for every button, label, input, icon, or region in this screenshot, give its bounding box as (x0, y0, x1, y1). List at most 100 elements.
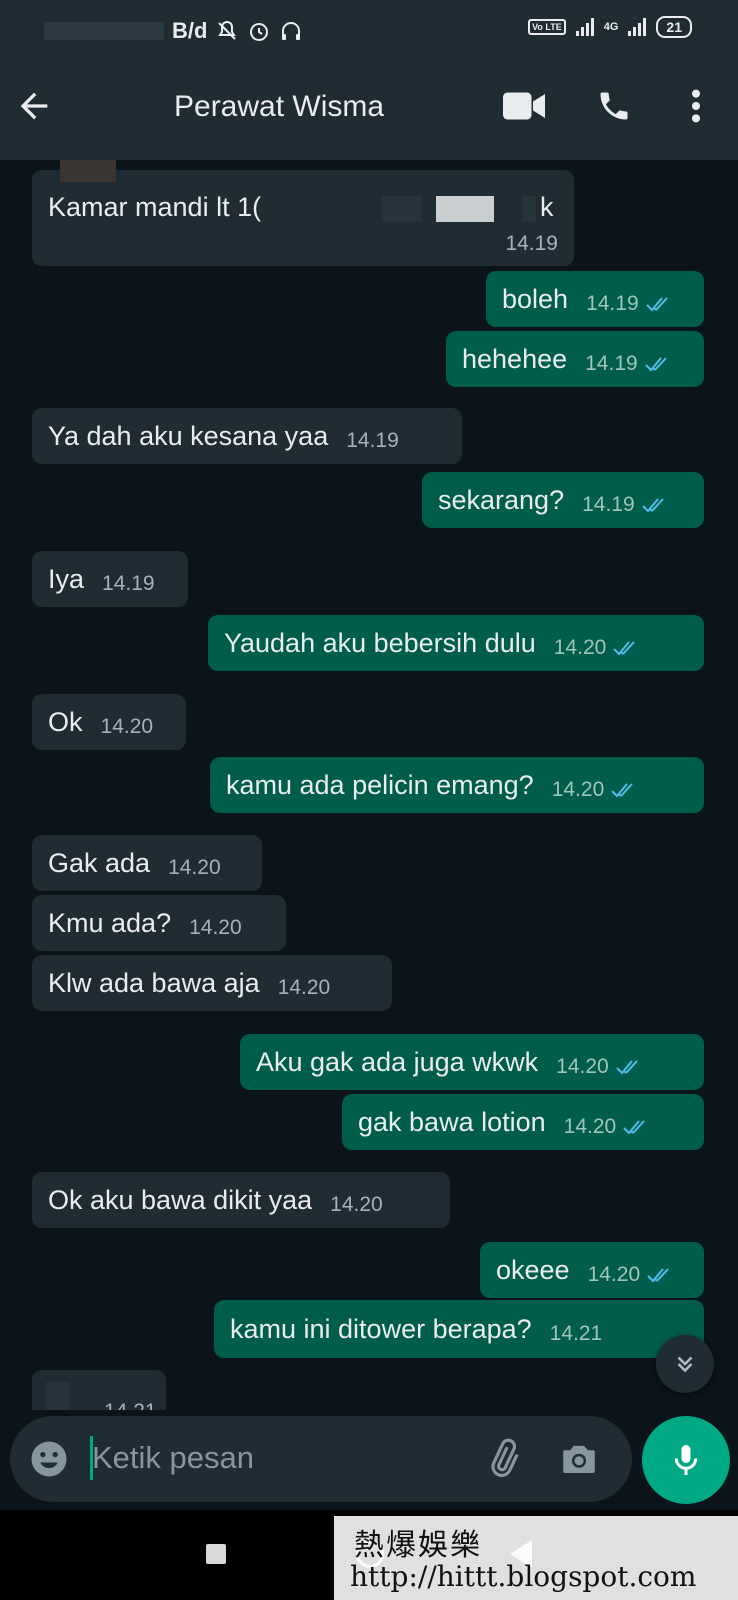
message-text: Aku gak ada juga wkwk (256, 1046, 539, 1077)
data-speed-label: B/d (172, 18, 208, 43)
message-bubble-outgoing[interactable]: Yaudah aku bebersih dulu 14.20 (208, 615, 704, 671)
message-time: 14.20 (189, 916, 242, 939)
back-arrow-icon[interactable] (14, 86, 54, 126)
message-time: 14.19 (505, 232, 558, 255)
read-receipt-icon (647, 1268, 669, 1283)
message-time: 14.20 (553, 636, 607, 659)
message-bubble-outgoing[interactable]: okeee 14.20 (480, 1242, 704, 1298)
message-bubble-outgoing[interactable]: Aku gak ada juga wkwk 14.20 (240, 1034, 704, 1090)
read-receipt-icon (623, 1120, 645, 1135)
redacted-area (46, 1382, 70, 1410)
read-receipt-icon (613, 641, 636, 656)
message-time: 14.20 (100, 715, 154, 738)
message-input[interactable]: Ketik pesan (92, 1440, 254, 1476)
message-time: 14.20 (168, 856, 221, 879)
message-input-box[interactable]: Ketik pesan (10, 1416, 632, 1502)
status-bar: B/d Vo LTE 4G 21 (0, 0, 738, 56)
message-bubble-outgoing[interactable]: boleh 14.19 (486, 271, 704, 327)
video-call-icon[interactable] (500, 82, 548, 130)
message-text: Ok (48, 706, 83, 737)
redacted-area (522, 196, 536, 222)
message-time: 14.20 (277, 976, 331, 999)
message-time: 14.20 (556, 1055, 609, 1078)
message-text: Kmu ada? (48, 907, 172, 938)
mic-icon (674, 1445, 698, 1475)
signal-icon-2 (628, 18, 647, 36)
message-time: 14.20 (587, 1263, 641, 1286)
read-receipt-icon (641, 498, 664, 513)
message-time: 14.20 (563, 1115, 617, 1138)
message-time: 14.20 (551, 778, 605, 801)
message-bubble-incoming[interactable]: Ok aku bawa dikit yaa 14.20 (32, 1172, 450, 1228)
message-list[interactable]: Kamar mandi lt 1( k 14.19 boleh 14.19 he… (0, 160, 738, 1410)
volte-badge: Vo LTE (528, 19, 566, 35)
redacted-area (436, 196, 494, 222)
message-time: 14.21 (549, 1322, 603, 1345)
message-text: sekarang? (438, 484, 565, 515)
status-right: Vo LTE 4G 21 (528, 16, 692, 38)
watermark: 熱爆娛樂 http://hittt.blogspot.com (334, 1516, 738, 1600)
headset-icon (282, 22, 301, 40)
message-bubble-incoming[interactable]: Gak ada 14.20 (32, 835, 262, 891)
message-time: 14.20 (330, 1193, 383, 1216)
message-bubble-incoming[interactable]: 14.21 (32, 1370, 166, 1410)
message-time: 14.19 (586, 292, 639, 315)
message-bubble-outgoing[interactable]: kamu ada pelicin emang? 14.20 (210, 757, 704, 813)
redacted-speed (44, 22, 164, 40)
message-text: kamu ini ditower berapa? (230, 1313, 532, 1344)
mic-button[interactable] (642, 1416, 730, 1504)
battery-indicator: 21 (656, 16, 692, 38)
message-bubble-incoming[interactable]: Kmu ada? 14.20 (32, 895, 286, 951)
message-time: 14.19 (102, 572, 155, 595)
phone-icon[interactable] (590, 82, 638, 130)
message-bubble-incoming[interactable]: Klw ada bawa aja 14.20 (32, 955, 392, 1011)
contact-name[interactable]: Perawat Wisma (174, 90, 384, 124)
message-bubble-outgoing[interactable]: hehehee 14.19 (446, 331, 704, 387)
bell-off-icon (218, 20, 237, 40)
message-text-trail: k (540, 192, 554, 222)
more-vert-icon[interactable] (672, 82, 720, 130)
message-time: 14.19 (346, 429, 399, 452)
scroll-to-bottom-button[interactable] (656, 1335, 714, 1393)
message-bubble-outgoing[interactable]: kamu ini ditower berapa? 14.21 (214, 1300, 704, 1358)
message-bubble-incoming[interactable]: Kamar mandi lt 1( k 14.19 (32, 170, 574, 266)
message-text: Iya (48, 563, 85, 594)
message-text: hehehee (462, 343, 568, 374)
camera-icon[interactable] (558, 1438, 600, 1480)
message-text: kamu ada pelicin emang? (226, 769, 534, 800)
message-text: gak bawa lotion (358, 1106, 546, 1137)
message-time: 14.21 (104, 1400, 157, 1410)
status-left: B/d (44, 18, 303, 44)
chat-header: Perawat Wisma (0, 56, 738, 160)
watermark-url: http://hittt.blogspot.com (350, 1560, 697, 1593)
alarm-icon (250, 23, 269, 41)
read-receipt-icon (645, 297, 668, 312)
message-text: Gak ada (48, 847, 151, 878)
message-text: Yaudah aku bebersih dulu (224, 627, 536, 658)
network-type-label: 4G (603, 21, 619, 33)
attach-icon[interactable] (482, 1438, 524, 1480)
recents-button[interactable] (206, 1544, 226, 1564)
composer-bar: Ketik pesan (0, 1410, 738, 1510)
message-text: Klw ada bawa aja (48, 967, 260, 998)
message-text: Kamar mandi lt 1( (48, 192, 262, 222)
message-bubble-incoming[interactable]: Iya 14.19 (32, 551, 188, 607)
message-text: Ok aku bawa dikit yaa (48, 1184, 313, 1215)
message-text: okeee (496, 1254, 570, 1285)
message-time: 14.19 (585, 352, 638, 375)
watermark-title: 熱爆娛樂 (354, 1528, 482, 1563)
message-bubble-incoming[interactable]: Ok 14.20 (32, 694, 186, 750)
read-receipt-icon (611, 783, 634, 798)
message-bubble-outgoing[interactable]: sekarang? 14.19 (422, 472, 704, 528)
read-receipt-icon (644, 357, 667, 372)
message-time: 14.19 (582, 493, 635, 516)
message-text: boleh (502, 283, 569, 314)
redacted-avatar (60, 160, 116, 182)
message-text: Ya dah aku kesana yaa (48, 420, 329, 451)
emoji-icon[interactable] (28, 1438, 70, 1480)
message-bubble-outgoing[interactable]: gak bawa lotion 14.20 (342, 1094, 704, 1150)
redacted-area (382, 196, 422, 222)
double-chevron-down-icon (677, 1356, 693, 1373)
read-receipt-icon (616, 1060, 638, 1075)
message-bubble-incoming[interactable]: Ya dah aku kesana yaa 14.19 (32, 408, 462, 464)
